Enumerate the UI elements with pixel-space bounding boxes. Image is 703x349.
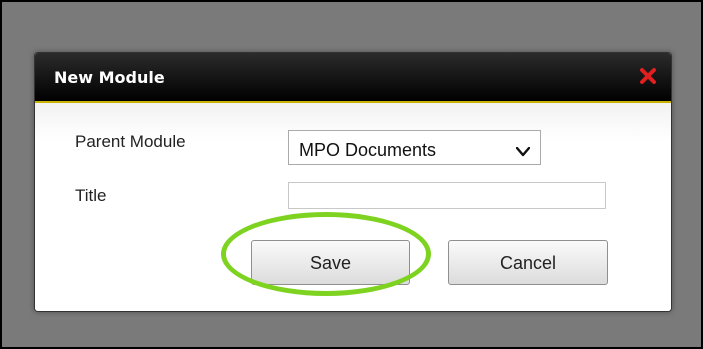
dialog-title: New Module <box>54 68 165 87</box>
new-module-dialog: New Module Parent Module MPO Documents T… <box>34 52 672 312</box>
close-icon[interactable] <box>637 65 659 87</box>
parent-module-selected-value: MPO Documents <box>299 140 437 160</box>
screen-overlay-backdrop: New Module Parent Module MPO Documents T… <box>0 0 703 349</box>
save-button[interactable]: Save <box>251 240 410 285</box>
title-label: Title <box>75 186 107 205</box>
cancel-button[interactable]: Cancel <box>448 240 608 285</box>
parent-module-select[interactable]: MPO Documents <box>288 130 541 165</box>
title-input[interactable] <box>288 182 606 209</box>
chevron-down-icon <box>515 142 531 157</box>
dialog-header: New Module <box>35 53 671 103</box>
parent-module-label: Parent Module <box>75 132 186 151</box>
